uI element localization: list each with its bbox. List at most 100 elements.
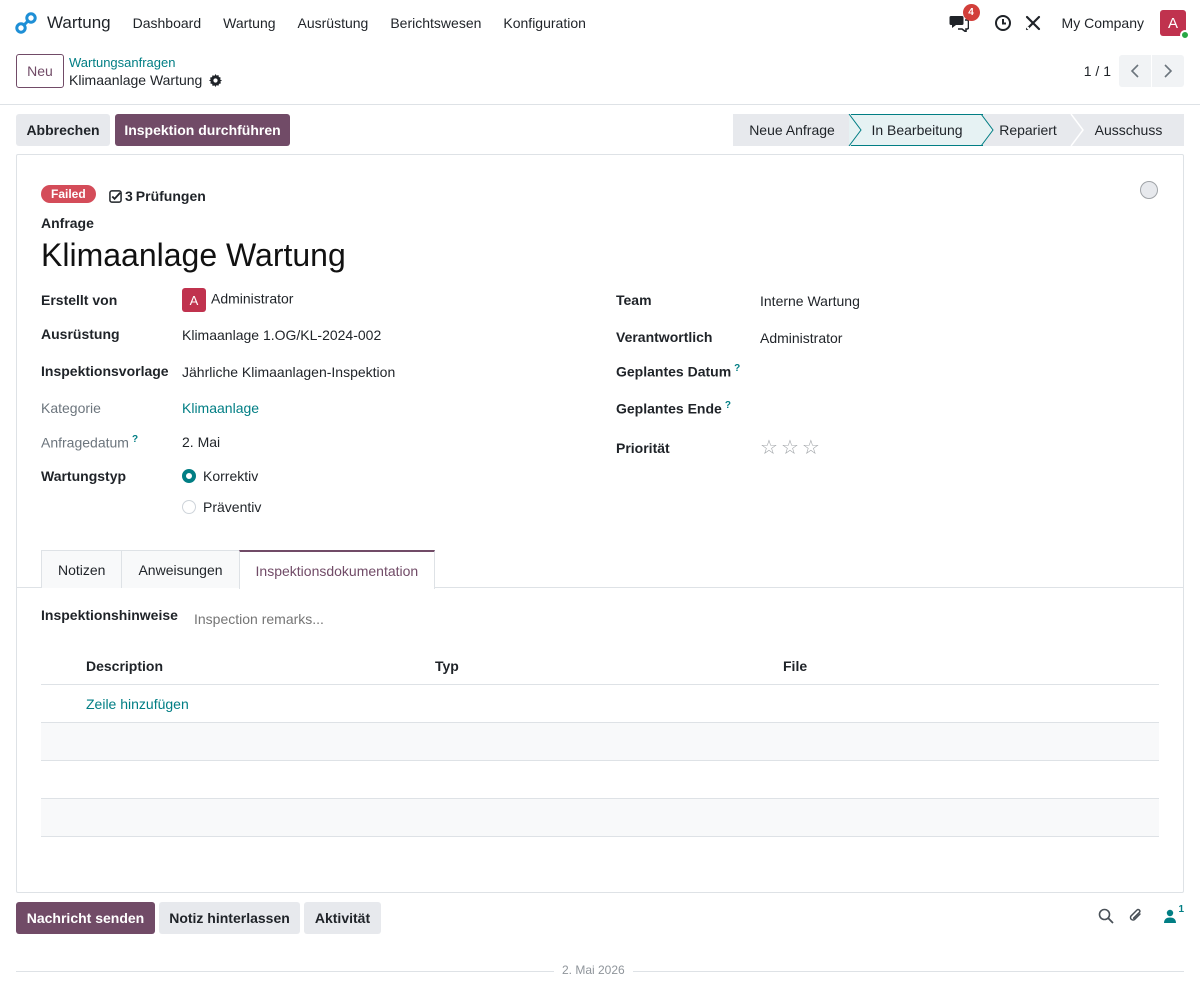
radio-button[interactable] xyxy=(182,469,196,483)
user-icon xyxy=(1164,909,1177,923)
planned-end-label-text: Geplantes Ende xyxy=(616,400,722,417)
checks-smart-button[interactable]: 3 Prüfungen xyxy=(109,188,206,204)
template-field[interactable]: Jährliche Klimaanlagen-Inspektion xyxy=(182,364,395,380)
user-avatar[interactable]: A xyxy=(1160,10,1190,40)
radio-label: Korrektiv xyxy=(203,468,259,484)
checks-count: 3 xyxy=(125,188,133,204)
table-row xyxy=(41,799,1159,837)
menu-konfiguration[interactable]: Konfiguration xyxy=(503,15,586,31)
messages-icon[interactable]: 4 xyxy=(948,4,980,34)
online-status-dot xyxy=(1180,30,1190,40)
chevron-right-icon xyxy=(1164,64,1173,78)
inspection-remarks-input[interactable] xyxy=(194,611,594,627)
tab-inspektionsdokumentation[interactable]: Inspektionsdokumentation xyxy=(238,550,436,589)
radio-praeventiv[interactable]: Präventiv xyxy=(182,499,261,515)
table-row xyxy=(41,723,1159,761)
new-button[interactable]: Neu xyxy=(16,54,64,88)
status-badge: Failed xyxy=(41,185,96,203)
user-avatar-letter: A xyxy=(1167,14,1178,32)
equipment-label: Ausrüstung xyxy=(41,326,120,342)
help-icon[interactable]: ? xyxy=(132,434,138,445)
radio-label: Präventiv xyxy=(203,499,262,515)
breadcrumb-parent[interactable]: Wartungsanfragen xyxy=(69,55,175,70)
clock-icon[interactable] xyxy=(992,12,1014,34)
stage-label: In Bearbeitung xyxy=(871,122,963,138)
chevron-left-icon xyxy=(1130,64,1139,78)
inspection-documents-table: Description Typ File Zeile hinzufügen xyxy=(41,647,1159,837)
request-date-field[interactable]: 2. Mai xyxy=(182,434,220,450)
request-date-label: Anfragedatum? xyxy=(41,434,138,451)
followers-button[interactable]: 1 xyxy=(1164,904,1184,923)
request-date-label-text: Anfragedatum xyxy=(41,434,129,451)
app-logo-icon[interactable] xyxy=(14,11,38,35)
radio-korrektiv[interactable]: Korrektiv xyxy=(182,468,258,484)
priority-stars: ☆ ☆ ☆ xyxy=(760,435,820,460)
column-typ[interactable]: Typ xyxy=(435,658,783,674)
send-message-button[interactable]: Nachricht senden xyxy=(16,902,155,934)
navbar-systray: 4 My Company A xyxy=(936,4,1190,40)
search-icon[interactable] xyxy=(1098,908,1115,924)
star-icon[interactable]: ☆ xyxy=(781,435,799,460)
log-note-button[interactable]: Notiz hinterlassen xyxy=(159,902,300,934)
pager-previous-button[interactable] xyxy=(1119,55,1151,87)
perform-inspection-button[interactable]: Inspektion durchführen xyxy=(115,114,290,146)
team-label: Team xyxy=(616,292,652,308)
table-header: Description Typ File xyxy=(41,647,1159,685)
star-icon[interactable]: ☆ xyxy=(760,435,778,460)
add-line-link[interactable]: Zeile hinzufügen xyxy=(86,696,189,712)
menu-berichtswesen[interactable]: Berichtswesen xyxy=(390,15,481,31)
stage-repariert[interactable]: Repariert xyxy=(983,114,1073,146)
menu-wartung[interactable]: Wartung xyxy=(223,15,275,31)
tools-icon[interactable] xyxy=(1022,12,1044,34)
app-name[interactable]: Wartung xyxy=(47,13,111,33)
stage-neue-anfrage[interactable]: Neue Anfrage xyxy=(733,114,851,146)
top-navbar: Wartung Dashboard Wartung Ausrüstung Ber… xyxy=(0,0,1200,46)
responsible-field[interactable]: Administrator xyxy=(760,330,842,346)
help-icon[interactable]: ? xyxy=(734,363,740,374)
menu-dashboard[interactable]: Dashboard xyxy=(133,15,202,31)
stage-ausschuss[interactable]: Ausschuss xyxy=(1073,114,1184,146)
chatter-topbar-icons: 1 xyxy=(1098,904,1184,924)
stage-label: Ausschuss xyxy=(1094,122,1163,138)
table-row: Zeile hinzufügen xyxy=(41,685,1159,723)
equipment-field[interactable]: Klimaanlage 1.OG/KL-2024-002 xyxy=(182,327,381,343)
date-separator: 2. Mai 2026 xyxy=(554,963,633,977)
column-description[interactable]: Description xyxy=(86,658,435,674)
team-field[interactable]: Interne Wartung xyxy=(760,293,860,309)
kanban-state-toggle[interactable] xyxy=(1140,181,1158,199)
activity-button[interactable]: Aktivität xyxy=(304,902,381,934)
notebook-tabs: Notizen Anweisungen Inspektionsdokumenta… xyxy=(41,550,436,589)
request-label: Anfrage xyxy=(41,215,94,231)
tab-notizen[interactable]: Notizen xyxy=(41,550,123,588)
planned-date-label-text: Geplantes Datum xyxy=(616,363,732,380)
priority-label: Priorität xyxy=(616,440,670,456)
table-row xyxy=(41,761,1159,799)
created-by-value: Administrator xyxy=(211,290,294,307)
star-icon[interactable]: ☆ xyxy=(802,435,820,460)
paperclip-icon[interactable] xyxy=(1128,907,1144,924)
created-by-field[interactable]: A Administrator xyxy=(182,288,293,312)
cancel-button[interactable]: Abbrechen xyxy=(16,114,110,146)
pager-next-button[interactable] xyxy=(1152,55,1184,87)
category-label: Kategorie xyxy=(41,400,101,416)
planned-date-label: Geplantes Datum? xyxy=(616,363,740,380)
template-label: Inspektionsvorlage xyxy=(41,363,169,379)
column-file[interactable]: File xyxy=(783,658,807,674)
maintenance-type-label: Wartungstyp xyxy=(41,468,127,484)
pager-value[interactable]: 1 / 1 xyxy=(1084,63,1111,79)
tab-anweisungen[interactable]: Anweisungen xyxy=(121,550,240,588)
company-switcher[interactable]: My Company xyxy=(1062,15,1144,31)
avatar: A xyxy=(182,288,206,312)
record-title[interactable]: Klimaanlage Wartung xyxy=(41,237,346,274)
checkbox-icon xyxy=(109,189,122,203)
stage-statusbar: Neue Anfrage In Bearbeitung Repariert Au… xyxy=(733,114,1184,146)
menu-ausruestung[interactable]: Ausrüstung xyxy=(298,15,369,31)
help-icon[interactable]: ? xyxy=(725,400,731,411)
gear-icon[interactable] xyxy=(209,73,223,87)
followers-count: 1 xyxy=(1178,903,1184,915)
radio-button[interactable] xyxy=(182,500,196,514)
stage-in-bearbeitung[interactable]: In Bearbeitung xyxy=(851,114,983,146)
category-field[interactable]: Klimaanlage xyxy=(182,400,259,416)
breadcrumb-current-label: Klimaanlage Wartung xyxy=(69,72,203,88)
form-sheet: Failed 3 Prüfungen Anfrage Klimaanlage Wa… xyxy=(16,154,1184,893)
